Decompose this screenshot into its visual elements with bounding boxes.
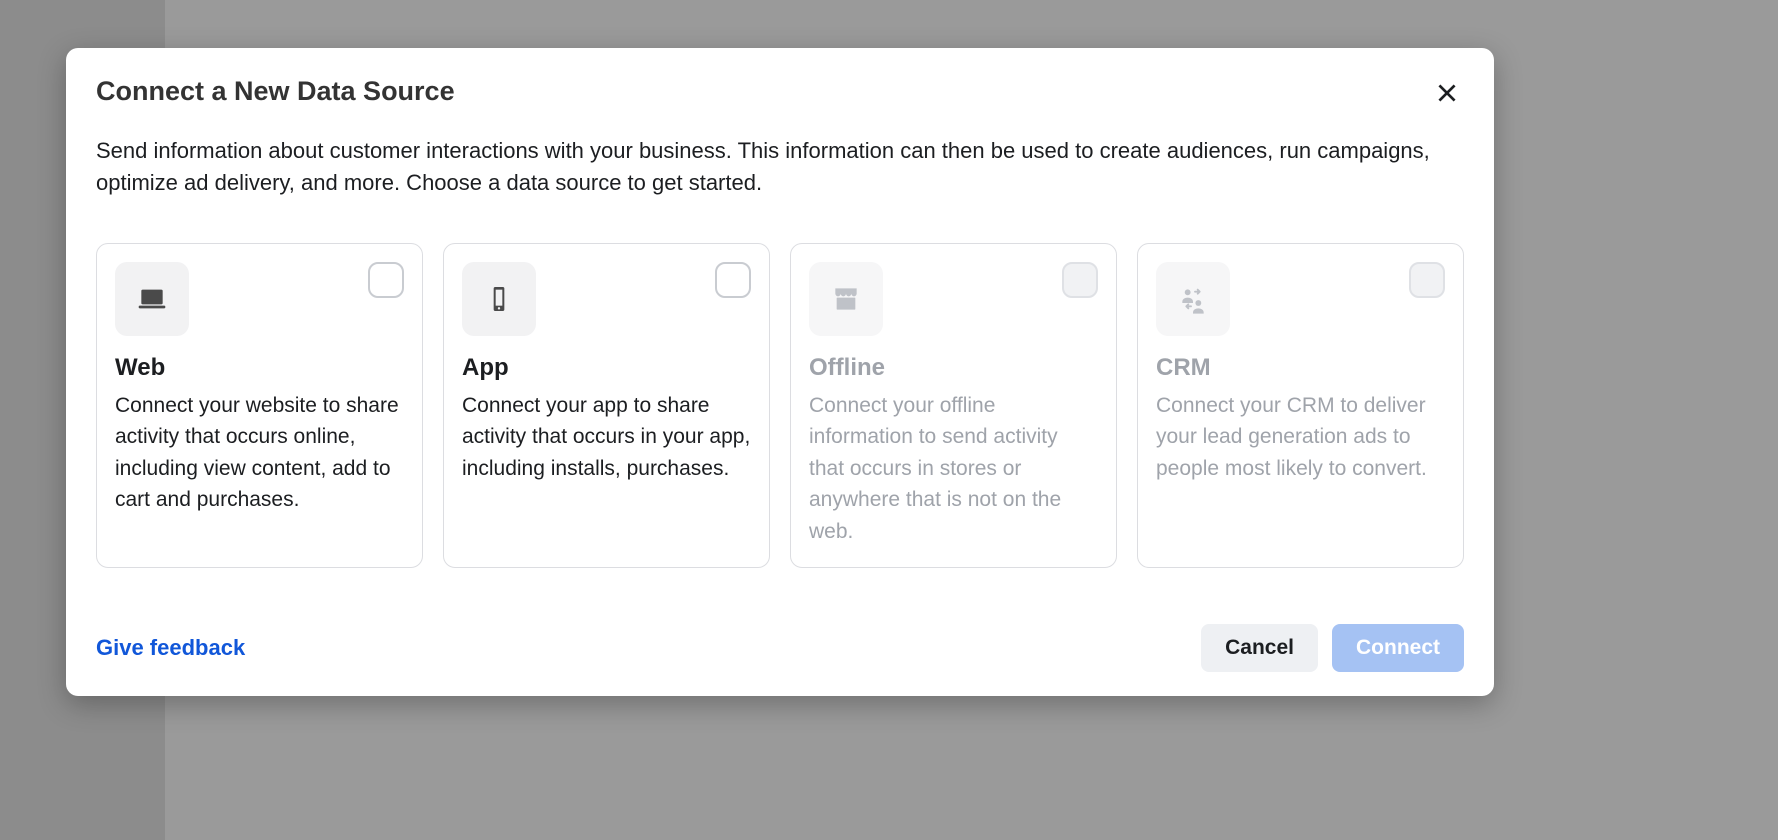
- close-button[interactable]: [1430, 76, 1464, 113]
- card-offline: Offline Connect your offline information…: [790, 243, 1117, 569]
- card-text: Connect your app to share activity that …: [462, 390, 751, 485]
- card-title: Offline: [809, 354, 1098, 382]
- card-title: CRM: [1156, 354, 1445, 382]
- connect-button[interactable]: Connect: [1332, 624, 1464, 672]
- card-title: App: [462, 354, 751, 382]
- modal-description: Send information about customer interact…: [96, 135, 1446, 199]
- mobile-icon: [483, 283, 515, 315]
- card-text: Connect your website to share activity t…: [115, 390, 404, 516]
- card-icon-tile: [1156, 262, 1230, 336]
- modal-title: Connect a New Data Source: [96, 76, 455, 107]
- card-radio-offline: [1062, 262, 1098, 298]
- card-web[interactable]: Web Connect your website to share activi…: [96, 243, 423, 569]
- modal-footer: Give feedback Cancel Connect: [96, 624, 1464, 672]
- footer-actions: Cancel Connect: [1201, 624, 1464, 672]
- card-radio-app[interactable]: [715, 262, 751, 298]
- card-crm: CRM Connect your CRM to deliver your lea…: [1137, 243, 1464, 569]
- modal-header: Connect a New Data Source: [96, 76, 1464, 113]
- card-text: Connect your CRM to deliver your lead ge…: [1156, 390, 1445, 485]
- feedback-link[interactable]: Give feedback: [96, 635, 245, 661]
- card-radio-crm: [1409, 262, 1445, 298]
- card-text: Connect your offline information to send…: [809, 390, 1098, 548]
- crm-icon: [1177, 283, 1209, 315]
- card-radio-web[interactable]: [368, 262, 404, 298]
- card-app[interactable]: App Connect your app to share activity t…: [443, 243, 770, 569]
- card-title: Web: [115, 354, 404, 382]
- connect-data-source-modal: Connect a New Data Source Send informati…: [66, 48, 1494, 696]
- store-icon: [830, 283, 862, 315]
- card-icon-tile: [115, 262, 189, 336]
- cancel-button[interactable]: Cancel: [1201, 624, 1318, 672]
- close-icon: [1434, 80, 1460, 106]
- card-icon-tile: [462, 262, 536, 336]
- card-icon-tile: [809, 262, 883, 336]
- laptop-icon: [136, 283, 168, 315]
- data-source-cards: Web Connect your website to share activi…: [96, 243, 1464, 569]
